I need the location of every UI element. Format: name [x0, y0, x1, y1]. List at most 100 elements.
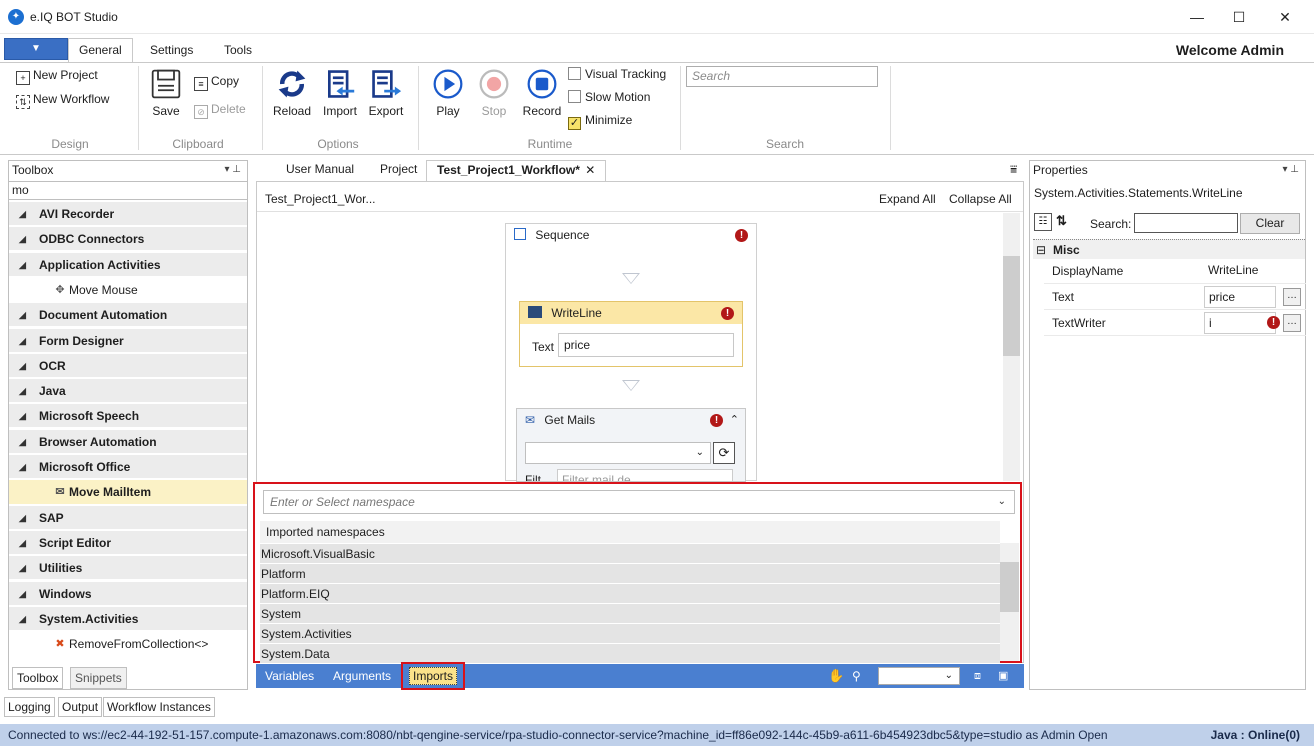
- property-value[interactable]: price: [1204, 286, 1276, 308]
- zoom-search-icon[interactable]: ⚲: [852, 664, 861, 688]
- writeline-text-input[interactable]: price: [558, 333, 734, 357]
- toolbox-category[interactable]: ◢ Java: [9, 379, 247, 404]
- import-button[interactable]: Import: [318, 68, 362, 118]
- imports-tab[interactable]: Imports: [409, 667, 458, 685]
- close-tab-icon[interactable]: ✕: [585, 163, 595, 177]
- property-editor-button[interactable]: …: [1283, 288, 1301, 306]
- namespace-row[interactable]: Platform: [260, 564, 1000, 584]
- property-row[interactable]: Text price…: [1044, 285, 1306, 310]
- expander-triangle-icon[interactable]: ◢: [19, 506, 26, 530]
- close-button[interactable]: ✕: [1262, 4, 1308, 30]
- mail-account-dropdown[interactable]: ⌄: [525, 442, 711, 464]
- toolbox-category[interactable]: ◢ Browser Automation: [9, 429, 247, 454]
- toolbox-category[interactable]: ◢ ODBC Connectors: [9, 227, 247, 252]
- app-menu-button[interactable]: ▼: [4, 38, 68, 60]
- toolbox-item[interactable]: ✥ Move Mouse: [9, 277, 247, 302]
- fit-to-screen-icon[interactable]: ⧈: [974, 664, 981, 688]
- doc-tab-project[interactable]: Project: [370, 160, 427, 180]
- expander-triangle-icon[interactable]: ◢: [19, 430, 26, 454]
- pin-icon[interactable]: ▾ ⊥: [224, 161, 241, 179]
- slow-motion-checkbox[interactable]: Slow Motion: [568, 90, 650, 104]
- save-button[interactable]: Save: [146, 68, 186, 118]
- breadcrumb[interactable]: Test_Project1_Wor...: [265, 192, 376, 206]
- namespace-row[interactable]: System.Data: [260, 644, 1000, 664]
- minimize-button[interactable]: —: [1174, 4, 1220, 30]
- new-project-button[interactable]: + New Project: [16, 68, 98, 85]
- variables-tab[interactable]: Variables: [265, 664, 314, 688]
- property-value[interactable]: WriteLine: [1204, 260, 1276, 282]
- scrollbar-thumb[interactable]: [1000, 562, 1019, 612]
- new-workflow-button[interactable]: ⇅ New Workflow: [16, 92, 109, 109]
- toolbox-category[interactable]: ◢ Windows: [9, 581, 247, 606]
- categorized-view-icon[interactable]: ☷: [1034, 213, 1052, 231]
- expander-triangle-icon[interactable]: ◢: [19, 582, 26, 606]
- namespace-row[interactable]: System.Activities: [260, 624, 1000, 644]
- tab-toolbox[interactable]: Toolbox: [12, 667, 64, 689]
- tab-settings[interactable]: Settings: [140, 40, 203, 62]
- chevron-down-icon[interactable]: ⌄: [998, 491, 1006, 513]
- ribbon-search-input[interactable]: Search: [686, 66, 878, 87]
- property-row[interactable]: DisplayName WriteLine: [1044, 259, 1306, 284]
- toolbox-category[interactable]: ◢ Utilities: [9, 556, 247, 581]
- expander-triangle-icon[interactable]: ◢: [19, 253, 26, 277]
- expander-triangle-icon[interactable]: ◢: [19, 303, 26, 327]
- scrollbar-thumb[interactable]: [1003, 256, 1020, 356]
- sort-alphabetical-icon[interactable]: ⇅: [1056, 213, 1067, 229]
- minimize-checkbox[interactable]: ✓ Minimize: [568, 113, 632, 130]
- toolbox-category[interactable]: ◢ Script Editor: [9, 530, 247, 555]
- toolbox-item[interactable]: ✖ RemoveFromCollection<>: [9, 632, 247, 657]
- toolbox-category[interactable]: ◢ Microsoft Speech: [9, 404, 247, 429]
- property-editor-button[interactable]: …: [1283, 314, 1301, 332]
- namespace-row[interactable]: System: [260, 604, 1000, 624]
- tab-general[interactable]: General: [68, 38, 133, 63]
- misc-category[interactable]: ⊟ Misc: [1033, 239, 1305, 259]
- tab-output[interactable]: Output: [58, 697, 103, 717]
- expander-triangle-icon[interactable]: ◢: [19, 607, 26, 631]
- tab-workflow-instances[interactable]: Workflow Instances: [103, 697, 215, 717]
- play-button[interactable]: Play: [430, 68, 466, 118]
- property-search-input[interactable]: [1134, 213, 1238, 233]
- export-button[interactable]: Export: [364, 68, 408, 118]
- expander-triangle-icon[interactable]: ◢: [19, 404, 26, 428]
- toolbox-category[interactable]: ◢ System.Activities: [9, 606, 247, 631]
- tab-snippets[interactable]: Snippets: [70, 667, 127, 689]
- tab-logging[interactable]: Logging: [4, 697, 55, 717]
- property-value[interactable]: i: [1204, 312, 1276, 334]
- copy-button[interactable]: ≡ Copy: [194, 74, 239, 91]
- expand-all-link[interactable]: Expand All: [879, 192, 936, 206]
- collapse-category-icon[interactable]: ⊟: [1036, 240, 1046, 260]
- pin-icon[interactable]: ▾ ⊥: [1282, 161, 1299, 179]
- doc-tab-user-manual[interactable]: User Manual: [276, 160, 364, 180]
- tab-tools[interactable]: Tools: [214, 40, 262, 62]
- property-row[interactable]: TextWriter i …!: [1044, 311, 1306, 336]
- filter-input[interactable]: Filter mail de...: [557, 469, 733, 481]
- toolbox-category[interactable]: ◢ AVI Recorder: [9, 202, 247, 226]
- toolbox-item[interactable]: ✉ Move MailItem: [9, 480, 247, 505]
- tab-list-dropdown-icon[interactable]: ⩸: [1010, 162, 1017, 177]
- namespace-row[interactable]: Microsoft.VisualBasic: [260, 544, 1000, 564]
- overview-map-icon[interactable]: ▣: [998, 664, 1008, 688]
- stop-button[interactable]: Stop: [476, 68, 512, 118]
- toolbox-category[interactable]: ◢ Form Designer: [9, 328, 247, 353]
- maximize-button[interactable]: ☐: [1216, 4, 1262, 30]
- expander-triangle-icon[interactable]: ◢: [19, 354, 26, 378]
- expander-triangle-icon[interactable]: ◢: [19, 531, 26, 555]
- toolbox-filter-input[interactable]: mo: [8, 181, 248, 200]
- record-button[interactable]: Record: [520, 68, 564, 118]
- clear-button[interactable]: Clear: [1240, 213, 1300, 234]
- toolbox-category[interactable]: ◢ Document Automation: [9, 303, 247, 328]
- zoom-dropdown[interactable]: ⌄: [878, 667, 960, 685]
- expander-triangle-icon[interactable]: ◢: [19, 227, 26, 251]
- expander-triangle-icon[interactable]: ◢: [19, 202, 26, 226]
- delete-button[interactable]: ⊘ Delete: [194, 102, 246, 119]
- namespace-input[interactable]: Enter or Select namespace ⌄: [263, 490, 1015, 514]
- pan-hand-icon[interactable]: ✋: [828, 664, 844, 688]
- toolbox-category[interactable]: ◢ Application Activities: [9, 252, 247, 277]
- expander-triangle-icon[interactable]: ◢: [19, 379, 26, 403]
- visual-tracking-checkbox[interactable]: Visual Tracking: [568, 67, 666, 81]
- collapse-icon[interactable]: ⌃: [730, 409, 739, 431]
- toolbox-category[interactable]: ◢ Microsoft Office: [9, 455, 247, 479]
- expander-triangle-icon[interactable]: ◢: [19, 455, 26, 479]
- reload-button[interactable]: Reload: [270, 68, 314, 118]
- expander-triangle-icon[interactable]: ◢: [19, 556, 26, 580]
